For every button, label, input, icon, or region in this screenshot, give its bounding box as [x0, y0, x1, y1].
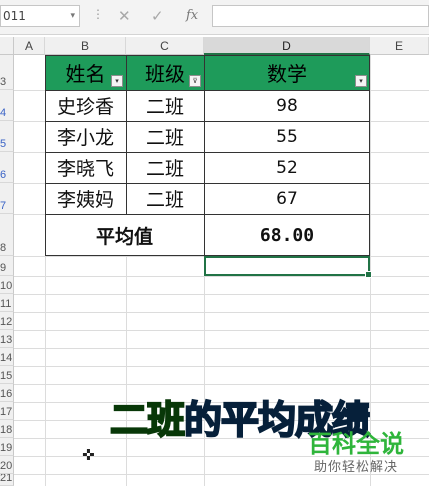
table-cell[interactable]: 98 — [204, 90, 370, 121]
chevron-down-icon[interactable]: ▾ — [70, 6, 75, 26]
row-header[interactable]: 15 — [0, 366, 14, 384]
row-header[interactable]: 10 — [0, 276, 14, 294]
table-cell[interactable]: 55 — [204, 121, 370, 152]
table-cell[interactable]: 二班 — [126, 121, 204, 152]
column-header-b[interactable]: B — [45, 37, 126, 55]
row-header[interactable]: 13 — [0, 330, 14, 348]
fill-handle[interactable] — [365, 271, 372, 278]
table-cell[interactable]: 二班 — [126, 90, 204, 121]
insert-function-icon[interactable]: fx — [186, 6, 198, 26]
caption-highlight: 二班 — [109, 397, 186, 443]
filter-active-icon[interactable]: ⊽ — [189, 75, 201, 87]
cross-cursor-icon: ✜ — [82, 446, 95, 464]
row-header[interactable]: 17 — [0, 402, 14, 420]
name-box-value: 011 — [3, 9, 26, 23]
row-header[interactable]: 9 — [0, 256, 14, 276]
row-header[interactable]: 11 — [0, 294, 14, 312]
select-all-corner[interactable] — [0, 37, 14, 55]
column-header-a[interactable]: A — [14, 37, 45, 55]
header-cell-name[interactable]: 姓名 ▾ — [45, 55, 126, 90]
table-cell[interactable]: 史珍香 — [45, 90, 126, 121]
row-header[interactable]: 7 — [0, 183, 14, 214]
column-header-d[interactable]: D — [204, 37, 370, 55]
row-header[interactable]: 14 — [0, 348, 14, 366]
row-header[interactable]: 21 — [0, 474, 14, 486]
table-cell[interactable]: 二班 — [126, 152, 204, 183]
row-header[interactable]: 4 — [0, 90, 14, 121]
row-header[interactable]: 19 — [0, 438, 14, 456]
row-header[interactable]: 20 — [0, 456, 14, 474]
watermark-slogan: 助你轻松解决 — [314, 460, 399, 475]
name-box[interactable]: 011 ▾ — [0, 5, 80, 27]
row-header[interactable]: 5 — [0, 121, 14, 152]
formula-input[interactable] — [212, 5, 429, 27]
summary-label-cell[interactable]: 平均值 — [45, 214, 204, 256]
cancel-icon[interactable]: ✕ — [118, 6, 131, 26]
table-cell[interactable]: 二班 — [126, 183, 204, 214]
drag-handle-icon[interactable]: ⋮ — [92, 7, 104, 21]
row-header[interactable]: 6 — [0, 152, 14, 183]
table-cell[interactable]: 52 — [204, 152, 370, 183]
summary-value-cell[interactable]: 68.00 — [204, 214, 370, 256]
table-cell[interactable]: 李晓飞 — [45, 152, 126, 183]
column-header-c[interactable]: C — [126, 37, 204, 55]
filter-dropdown-icon[interactable]: ▾ — [111, 75, 123, 87]
header-cell-math[interactable]: 数学 ▾ — [204, 55, 370, 90]
row-header[interactable]: 16 — [0, 384, 14, 402]
enter-icon[interactable]: ✓ — [151, 6, 164, 26]
column-header-e[interactable]: E — [370, 37, 429, 55]
header-cell-class[interactable]: 班级 ⊽ — [126, 55, 204, 90]
filter-dropdown-icon[interactable]: ▾ — [355, 75, 367, 87]
row-header[interactable]: 3 — [0, 55, 14, 90]
formula-bar: 011 ▾ ⋮ ✕ ✓ fx — [0, 0, 429, 35]
row-header[interactable]: 18 — [0, 420, 14, 438]
table-cell[interactable]: 李姨妈 — [45, 183, 126, 214]
active-cell-selection[interactable] — [204, 256, 372, 278]
row-header[interactable]: 8 — [0, 214, 14, 256]
watermark-logo: 百科全说 — [308, 430, 404, 458]
table-cell[interactable]: 李小龙 — [45, 121, 126, 152]
table-cell[interactable]: 67 — [204, 183, 370, 214]
row-header[interactable]: 12 — [0, 312, 14, 330]
